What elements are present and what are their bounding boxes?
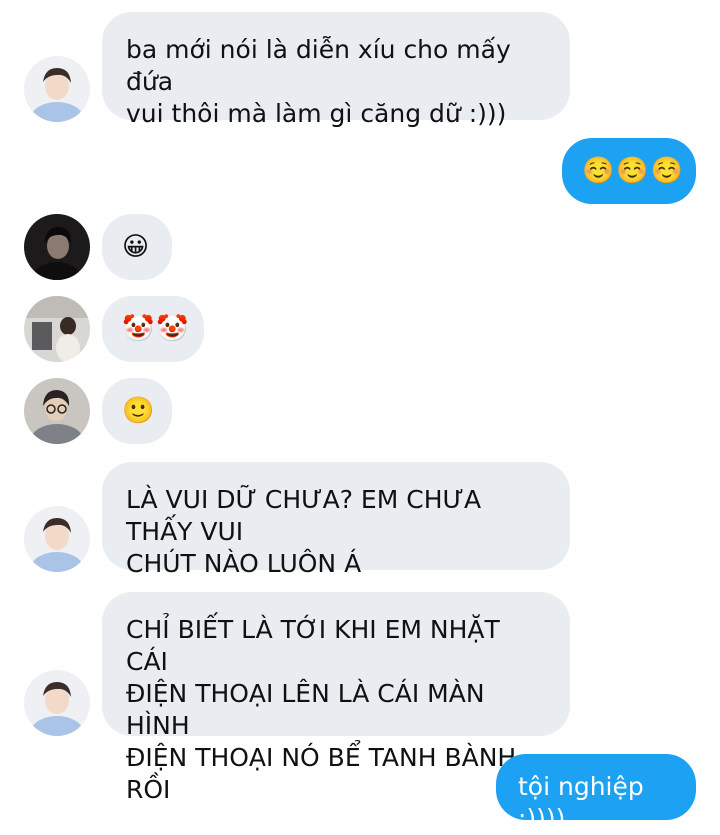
profile-photo-icon <box>24 296 90 362</box>
message-bubble-incoming[interactable]: 😀 <box>102 214 172 280</box>
avatar-room[interactable] <box>24 296 90 362</box>
message-bubble-incoming[interactable]: 🙂 <box>102 378 172 444</box>
avatar-boy-blue[interactable] <box>24 56 90 122</box>
avatar-boy-blue[interactable] <box>24 670 90 736</box>
message-bubble-incoming[interactable]: 🤡🤡 <box>102 296 204 362</box>
message-bubble-incoming[interactable]: LÀ VUI DỮ CHƯA? EM CHƯA THẤY VUI CHÚT NÀ… <box>102 462 570 578</box>
message-bubble-outgoing[interactable]: tội nghiệp :)))) <box>496 754 696 833</box>
profile-photo-icon <box>24 214 90 280</box>
profile-photo-icon <box>24 56 90 122</box>
profile-photo-icon <box>24 670 90 736</box>
message-bubble-outgoing[interactable]: ☺️☺️☺️ <box>562 138 696 204</box>
avatar-glasses[interactable] <box>24 378 90 444</box>
avatar-boy-blue[interactable] <box>24 506 90 572</box>
message-bubble-incoming[interactable]: ba mới nói là diễn xíu cho mấy đứa vui t… <box>102 12 570 128</box>
profile-photo-icon <box>24 378 90 444</box>
message-bubble-incoming[interactable]: CHỈ BIẾT LÀ TỚI KHI EM NHẶT CÁI ĐIỆN THO… <box>102 592 570 804</box>
avatar-dark[interactable] <box>24 214 90 280</box>
profile-photo-icon <box>24 506 90 572</box>
